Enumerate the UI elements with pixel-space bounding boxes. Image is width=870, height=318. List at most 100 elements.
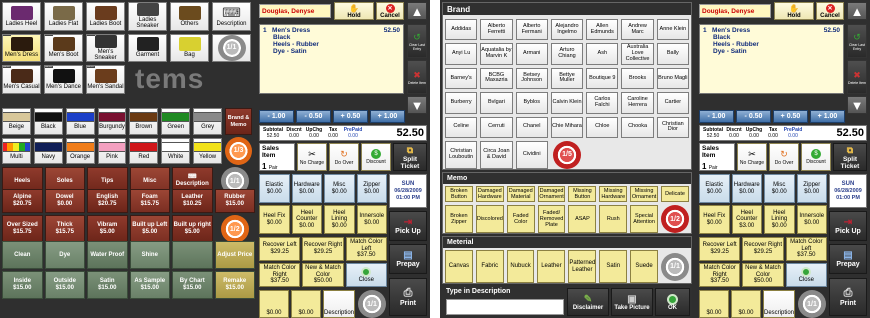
memo-missing-button[interactable]: Missing Button — [568, 186, 597, 202]
brand-bvlgari[interactable]: Bvlgari — [480, 92, 513, 114]
material-page-button[interactable]: 1/1 — [661, 250, 689, 283]
hold-button[interactable]: ✋ Hold — [334, 2, 374, 20]
category-ladies-sneaker[interactable]: Ladies Sneaker — [128, 2, 167, 31]
category-ladies-heel[interactable]: Ladies Heel — [2, 2, 41, 31]
memo-missing-hardware[interactable]: Missing Hardware — [599, 186, 628, 202]
service-shine[interactable]: Shine — [129, 241, 170, 269]
upcharge-heel-lining[interactable]: Heel Lining $0.00 — [764, 205, 795, 234]
take-picture-button[interactable]: ▣ Take Picture — [611, 288, 653, 316]
brand-burberry[interactable]: Burberry — [445, 92, 478, 114]
memo-broken-button[interactable]: Broken Button — [445, 186, 473, 202]
material-patterned-leather[interactable]: Patterned Leather — [568, 250, 597, 283]
category-men-s-sandal[interactable]: ItemMen's Sandal — [86, 65, 125, 94]
color-yellow[interactable]: Yellow — [193, 137, 222, 164]
brand-armani[interactable]: Armani — [515, 43, 548, 65]
sales-item-box[interactable]: Sales Item 1 Pair — [699, 143, 735, 171]
match-color-left-button[interactable]: Match Color Left $37.50 — [345, 237, 387, 261]
brand-chie-mihara[interactable]: Chie Mihara — [550, 116, 584, 138]
memo-rush[interactable]: Rush — [599, 205, 628, 233]
brand-alberto-ferretti[interactable]: Alberto Ferretti — [480, 19, 513, 41]
brand-brooks[interactable]: Brooks — [621, 67, 654, 90]
brand-carlos-falchi[interactable]: Carlos Falchi — [586, 92, 619, 114]
discount-button[interactable]: $ Discount — [361, 143, 391, 171]
memo-missing-ornament[interactable]: Missing Ornament — [630, 186, 658, 202]
new-match-color-button[interactable]: New & Match Color $50.00 — [302, 263, 344, 287]
upcharge-zipper[interactable]: Zipper $0.00 — [796, 174, 827, 203]
service-dowel[interactable]: Dowel $0.00 — [44, 189, 85, 213]
adjust-price-button[interactable]: + 1.00 — [370, 110, 405, 123]
upcharge-innersole[interactable]: Innersole $0.00 — [796, 205, 827, 234]
memo-damaged-material[interactable]: Damaged Material — [506, 186, 535, 202]
match-color-right-button[interactable]: Match Color Right $37.50 — [699, 263, 741, 287]
brand-aquatalia-by-marvin-k[interactable]: Aquatalia by Marvin K — [480, 43, 513, 65]
adjust-price-button[interactable]: - 0.50 — [296, 110, 331, 123]
brand-alberto-fermani[interactable]: Alberto Fermani — [515, 19, 548, 41]
brand-cerruti[interactable]: Cerruti — [480, 116, 513, 138]
do-over-button[interactable]: ↻ Do Over — [329, 143, 359, 171]
memo-broken-zipper[interactable]: Broken Zipper — [445, 205, 473, 233]
recover-right-button[interactable]: Recover Right $29.25 — [302, 237, 344, 261]
upcharge-misc[interactable]: Misc $0.00 — [324, 174, 355, 203]
service-satin[interactable]: Satin $15.00 — [87, 271, 128, 299]
sales-item-box[interactable]: Sales Item 1 Pair — [259, 143, 295, 171]
brand-betsey-johnson[interactable]: Betsey Johnson — [515, 67, 548, 90]
adjust-price-button[interactable]: + 1.00 — [810, 110, 845, 123]
adjust-price-button[interactable]: + 0.50 — [333, 110, 368, 123]
adjust-price-button[interactable]: + 0.50 — [773, 110, 808, 123]
upcharge-zipper[interactable]: Zipper $0.00 — [356, 174, 387, 203]
category-ladies-flat[interactable]: Ladies Flat — [44, 2, 83, 31]
upcharge-misc[interactable]: Misc $0.00 — [764, 174, 795, 203]
brand-chooka[interactable]: Chooka — [621, 116, 654, 138]
brand-byblos[interactable]: Byblos — [515, 92, 548, 114]
recover-right-button[interactable]: Recover Right $29.25 — [742, 237, 784, 261]
adjust-price-button[interactable]: - 1.00 — [259, 110, 294, 123]
description-button[interactable]: Description — [322, 290, 355, 318]
category-bag[interactable]: Bag — [170, 33, 209, 63]
brand-memo-button[interactable]: Brand & Memo — [225, 108, 252, 135]
service-leather[interactable]: Leather $10.25 — [172, 189, 213, 213]
service-adjust-price[interactable]: Adjust Price — [214, 241, 255, 269]
memo-discolored[interactable]: Discolored — [475, 205, 504, 233]
material-suede[interactable]: Suede — [630, 250, 658, 283]
service-outside[interactable]: Outside $15.00 — [44, 271, 85, 299]
memo-damaged-ornament[interactable]: Damaged Ornament — [537, 186, 566, 202]
cancel-button[interactable]: ✕ Cancel — [376, 2, 404, 20]
color-beige[interactable]: Beige — [2, 108, 31, 135]
brand-christian-louboutin[interactable]: Christian Louboutin — [445, 140, 478, 169]
ticket-line[interactable]: 1 Men's Dress 52.50 Black Heels - Rubber D… — [259, 24, 404, 94]
print-button[interactable]: ⎙ Print — [829, 278, 867, 316]
service-remake[interactable]: Remake $15.00 — [214, 271, 255, 299]
color-brown[interactable]: Brown — [129, 108, 159, 135]
category-men-s-dance[interactable]: ItemMen's Dance — [44, 65, 83, 94]
upcharge-heel-counter[interactable]: Heel Counter $3.00 — [731, 205, 762, 234]
color-grey[interactable]: Grey — [193, 108, 222, 135]
category-others[interactable]: Others — [170, 2, 209, 31]
upcharge-hardware[interactable]: Hardware $0.00 — [291, 174, 322, 203]
print-button[interactable]: ⎙ Print — [389, 278, 427, 316]
color-black[interactable]: Black — [33, 108, 63, 135]
close-button[interactable]: Close — [785, 263, 827, 287]
memo-page-button[interactable]: 1/2 — [661, 205, 689, 233]
discount-button[interactable]: $ Discount — [801, 143, 831, 171]
scroll-up-button[interactable]: ▲ — [407, 2, 427, 20]
clear-last-entry-button[interactable]: ↺ Clear Last Entry — [847, 24, 867, 58]
brand-allen-edmunds[interactable]: Allen Edmunds — [586, 19, 619, 41]
no-charge-button[interactable]: ✂ No Charge — [297, 143, 327, 171]
service-rubber[interactable]: Rubber $15.00 — [214, 189, 255, 213]
category-page[interactable]: 1/1 — [212, 33, 251, 63]
scroll-down-button[interactable]: ▼ — [407, 96, 427, 114]
upcharge-innersole[interactable]: Innersole $0.00 — [356, 205, 387, 234]
color-burgundy[interactable]: Burgundy — [97, 108, 127, 135]
color-green[interactable]: Green — [161, 108, 191, 135]
new-match-color-button[interactable]: New & Match Color $50.00 — [742, 263, 784, 287]
service-english[interactable]: English $20.75 — [87, 189, 128, 213]
service-built-up-left[interactable]: Built up Left $5.00 — [129, 215, 170, 243]
brand-cartier[interactable]: Cartier — [656, 92, 689, 114]
service-by-chart[interactable]: By Chart $15.00 — [172, 271, 213, 299]
service-page-button[interactable]: 1/2 — [214, 215, 255, 243]
ok-button[interactable]: OK — [655, 288, 690, 316]
memo-faded-removed-plate[interactable]: Faded/ Removed Plate — [537, 205, 566, 233]
memo-faded-color[interactable]: Faded Color — [506, 205, 535, 233]
service-alpine[interactable]: Alpine $20.75 — [2, 189, 43, 213]
brand-calvin-klein[interactable]: Calvin Klein — [550, 92, 584, 114]
